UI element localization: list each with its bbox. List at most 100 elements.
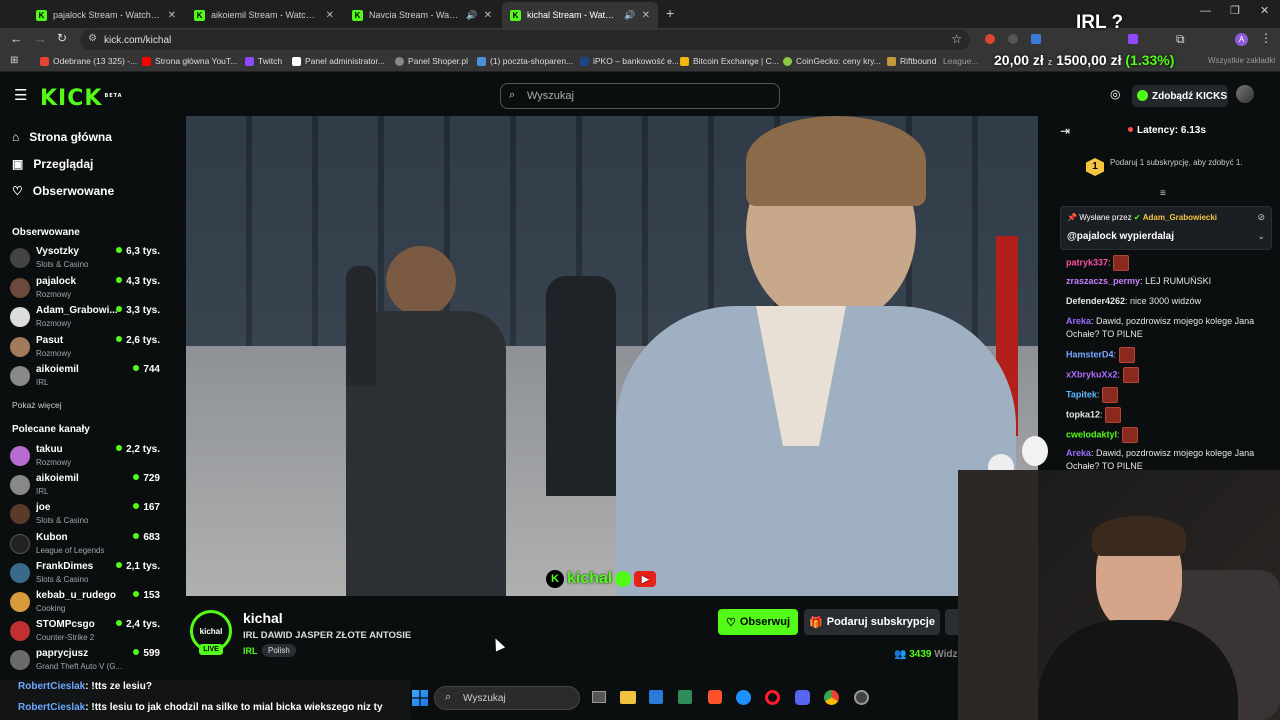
sidebar-channel[interactable]: joe Slots & Casino 167 bbox=[10, 502, 160, 530]
bookmark-star-icon[interactable]: ☆ bbox=[951, 32, 962, 46]
collapse-chat-icon[interactable]: ⇥ bbox=[1060, 124, 1070, 138]
task-view-icon[interactable] bbox=[592, 691, 606, 703]
nav-following[interactable]: ♡ Obserwowane bbox=[12, 184, 114, 198]
close-tab-icon[interactable]: ✕ bbox=[642, 10, 650, 21]
opera-icon[interactable] bbox=[765, 690, 780, 705]
sidebar-channel[interactable]: Vysotzky Slots & Casino 6,3 tys. bbox=[10, 246, 160, 274]
stream-category[interactable]: IRL bbox=[243, 646, 258, 656]
app-icon[interactable] bbox=[678, 690, 692, 704]
sidebar-channel[interactable]: STOMPcsgo Counter-Strike 2 2,4 tys. bbox=[10, 619, 160, 647]
gift-subscriptions-button[interactable]: 🎁 Podaruj subskrypcje bbox=[804, 609, 940, 635]
new-tab-button[interactable]: + bbox=[666, 5, 674, 21]
store-icon[interactable] bbox=[649, 690, 663, 704]
binance-icon bbox=[680, 56, 689, 66]
sidebar-channel[interactable]: Kubon League of Legends 683 bbox=[10, 532, 160, 560]
nav-home[interactable]: ⌂ Strona główna bbox=[12, 130, 112, 144]
sidebar-channel[interactable]: aikoiemil IRL 729 bbox=[10, 473, 160, 501]
brave-icon[interactable] bbox=[708, 690, 722, 704]
channel-name[interactable]: kichal bbox=[243, 610, 283, 626]
close-tab-icon[interactable]: ✕ bbox=[326, 10, 334, 21]
live-badge: LIVE bbox=[199, 644, 223, 655]
unpin-icon[interactable]: ⊘ bbox=[1257, 212, 1265, 223]
all-bookmarks[interactable]: Wszystkie zakładki bbox=[1208, 56, 1275, 65]
video-player[interactable]: K kichal ▶ bbox=[186, 116, 1038, 596]
forward-icon[interactable]: → bbox=[34, 31, 47, 46]
sidebar-channel[interactable]: aikoiemil IRL 744 bbox=[10, 364, 160, 392]
sidebar-channel[interactable]: pajalock Rozmowy 4,3 tys. bbox=[10, 276, 160, 304]
gift-icon: 🎁 bbox=[809, 616, 823, 629]
search-input[interactable]: ⌕ Wyszukaj bbox=[500, 83, 780, 109]
ticker-percent: (1.33%) bbox=[1125, 52, 1175, 68]
bookmark-item[interactable]: Riftbound bbox=[887, 56, 936, 66]
apps-grid-icon[interactable]: ⊞ bbox=[10, 55, 18, 66]
sidebar-channel[interactable]: paprycjusz Grand Theft Auto V (G... 599 bbox=[10, 648, 160, 676]
reload-icon[interactable]: ↻ bbox=[57, 31, 67, 45]
chrome-icon[interactable] bbox=[824, 690, 839, 705]
sidebar-channel[interactable]: kebab_u_rudego Cooking 153 bbox=[10, 590, 160, 618]
viewer-count: 👥 3439 Widz bbox=[894, 649, 958, 660]
close-window-icon[interactable]: ✕ bbox=[1260, 4, 1269, 17]
close-tab-icon[interactable]: ✕ bbox=[484, 10, 492, 21]
chevron-down-icon[interactable]: ≡ bbox=[1160, 188, 1166, 199]
profile-avatar-icon[interactable]: A bbox=[1235, 33, 1248, 46]
kick-logo[interactable]: KICK BETA bbox=[40, 86, 123, 111]
browser-tab[interactable]: K Navcia Stream - Watch Live on 🔊 ✕ bbox=[344, 2, 500, 28]
bookmark-item[interactable]: Strona główna YouT... bbox=[142, 56, 237, 66]
bookmark-item[interactable]: Panel Shoper.pl bbox=[395, 56, 468, 66]
browser-menu-icon[interactable]: ⋮ bbox=[1260, 31, 1272, 45]
user-avatar[interactable] bbox=[1236, 85, 1254, 103]
extension-icon[interactable] bbox=[1031, 34, 1041, 44]
file-explorer-icon[interactable] bbox=[620, 691, 636, 704]
streamer-webcam bbox=[958, 470, 1280, 720]
follow-button[interactable]: ♡ Obserwuj bbox=[718, 609, 798, 635]
sidebar-channel[interactable]: FrankDimes Slots & Casino 2,1 tys. bbox=[10, 561, 160, 589]
notifications-icon[interactable]: ◎ bbox=[1110, 87, 1120, 101]
chevron-down-icon[interactable]: ⌄ bbox=[1257, 231, 1265, 242]
maximize-icon[interactable]: ❐ bbox=[1230, 4, 1240, 17]
taskbar-search-input[interactable]: ⌕ Wyszukaj bbox=[434, 686, 580, 710]
speaker-icon[interactable]: 🔊 bbox=[466, 10, 477, 21]
browser-tab-active[interactable]: K kichal Stream - Watch Live o 🔊 ✕ bbox=[502, 2, 658, 28]
bookmark-item[interactable]: League... bbox=[943, 56, 978, 66]
hamburger-menu-icon[interactable]: ☰ bbox=[14, 86, 27, 104]
sidebar-channel[interactable]: Adam_Grabowi... Rozmowy 3,3 tys. bbox=[10, 305, 160, 333]
get-kicks-button[interactable]: Zdobądź KICKS bbox=[1132, 85, 1228, 107]
bookmark-item[interactable]: CoinGecko: ceny kry... bbox=[783, 56, 881, 66]
browser-tab[interactable]: K aikoiemil Stream - Watch Live o ✕ bbox=[186, 2, 342, 28]
avatar bbox=[10, 563, 30, 583]
show-more-link[interactable]: Pokaż więcej bbox=[12, 400, 62, 410]
twitch-extension-icon[interactable] bbox=[1128, 34, 1138, 44]
latency-indicator: Latency: 6.13s bbox=[1128, 125, 1206, 136]
back-icon[interactable]: ← bbox=[10, 31, 23, 46]
close-tab-icon[interactable]: ✕ bbox=[168, 10, 176, 21]
bookmark-item[interactable]: Panel administrator... bbox=[292, 56, 385, 66]
language-tag[interactable]: Polish bbox=[262, 644, 296, 657]
bookmark-item[interactable]: (1) poczta-shoparen... bbox=[477, 56, 573, 66]
site-info-icon[interactable]: ⚙ bbox=[88, 33, 97, 44]
extensions-puzzle-icon[interactable]: ⧉ bbox=[1176, 32, 1185, 47]
discord-icon[interactable] bbox=[795, 690, 810, 705]
more-options-button[interactable] bbox=[945, 609, 958, 635]
app-icon[interactable] bbox=[854, 690, 869, 705]
minimize-icon[interactable]: — bbox=[1200, 5, 1211, 17]
extension-icon[interactable] bbox=[1008, 34, 1018, 44]
browser-tab[interactable]: K pajalock Stream - Watch Live on ✕ bbox=[28, 2, 184, 28]
windows-start-icon[interactable] bbox=[412, 690, 428, 706]
irl-overlay-label: IRL ? bbox=[1076, 12, 1124, 33]
sidebar-channel[interactable]: Pasut Rozmowy 2,6 tys. bbox=[10, 335, 160, 363]
edge-icon[interactable] bbox=[736, 690, 751, 705]
kick-logo-icon: K bbox=[546, 570, 564, 588]
bookmark-item[interactable]: Bitcoin Exchange | C... bbox=[680, 56, 779, 66]
search-icon: ⌕ bbox=[445, 691, 452, 703]
circle-icon bbox=[615, 571, 632, 587]
extension-icon[interactable] bbox=[985, 34, 995, 44]
url-field[interactable]: ⚙ kick.com/kichal ☆ bbox=[80, 30, 970, 50]
speaker-icon[interactable]: 🔊 bbox=[624, 10, 635, 21]
nav-browse[interactable]: ▣ Przeglądaj bbox=[12, 157, 93, 171]
kicks-coin-icon bbox=[1137, 90, 1148, 101]
bookmark-item[interactable]: iPKO – bankowość e... bbox=[580, 56, 679, 66]
chat-message: Tapitek: bbox=[1066, 387, 1276, 403]
bookmark-item[interactable]: Odebrane (13 325) -... bbox=[40, 56, 137, 66]
sidebar-channel[interactable]: takuu Rozmowy 2,2 tys. bbox=[10, 444, 160, 472]
bookmark-item[interactable]: Twitch bbox=[245, 56, 282, 66]
